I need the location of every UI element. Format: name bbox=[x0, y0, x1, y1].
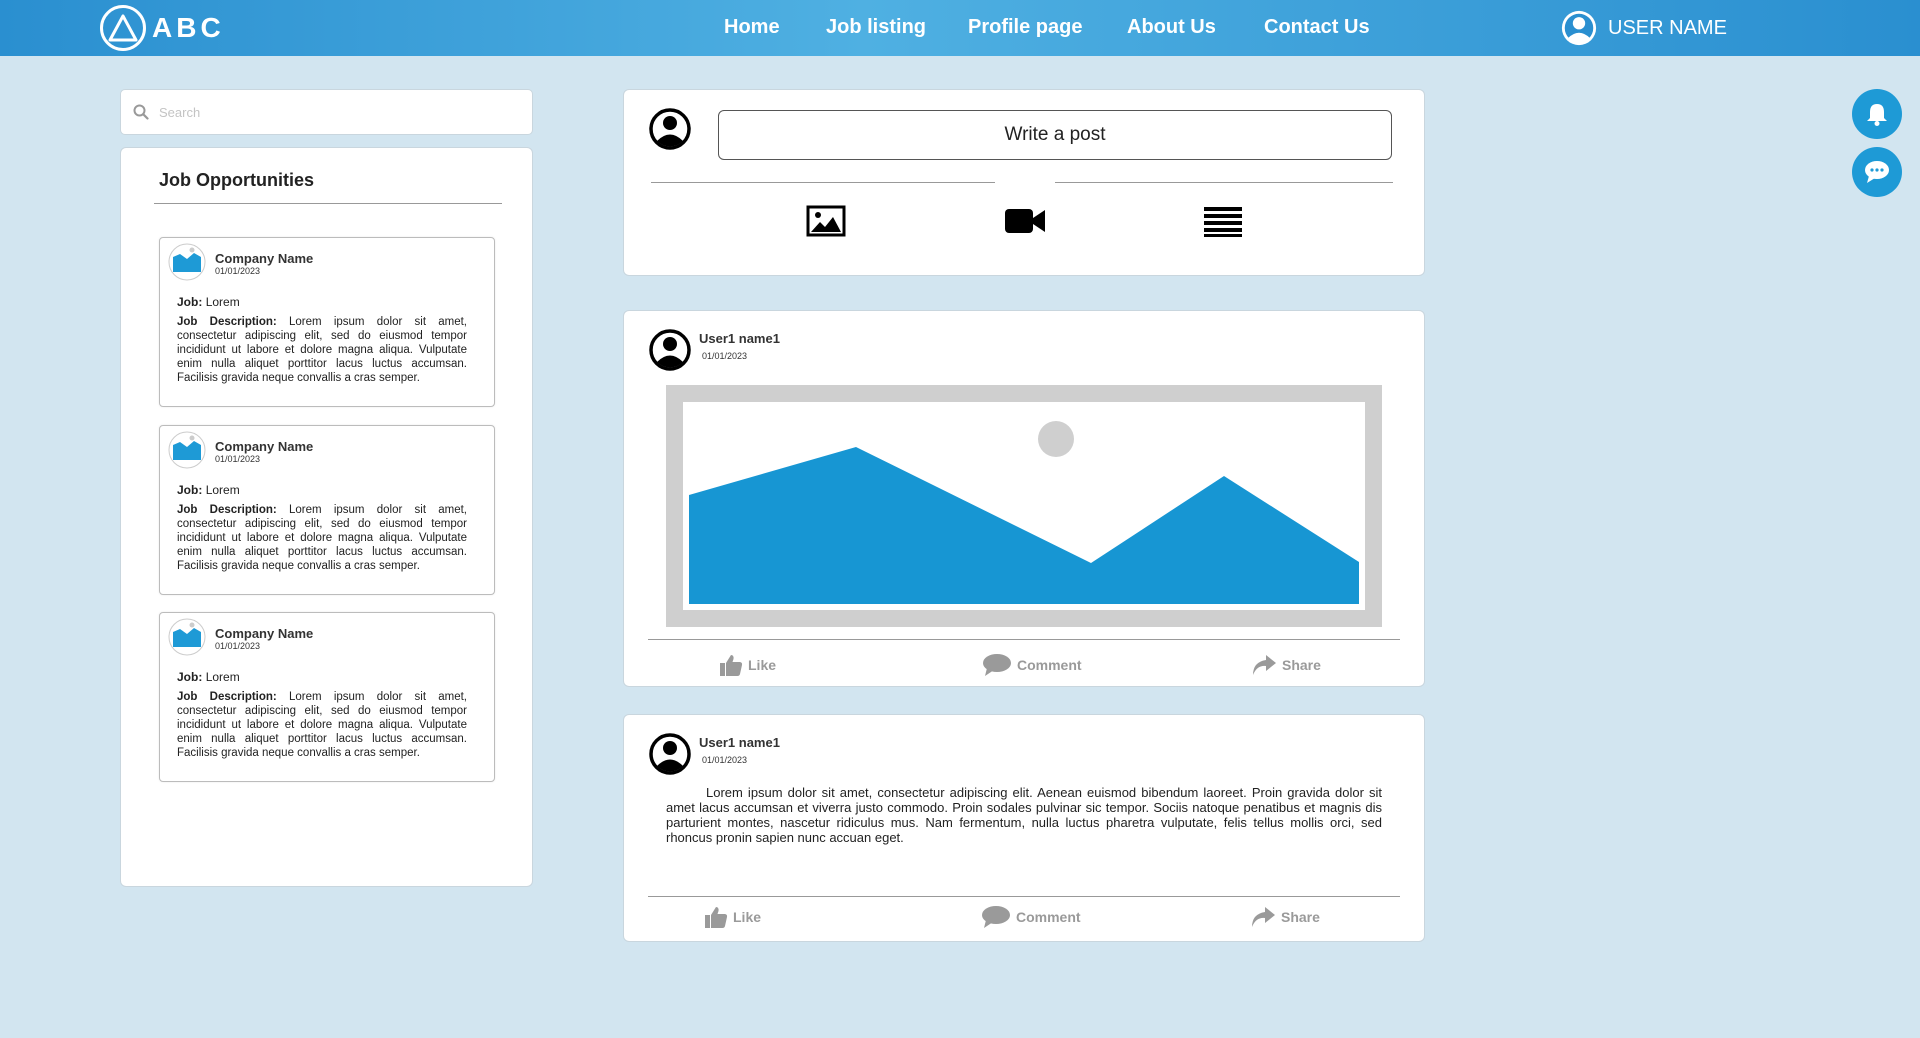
logo-mark-icon bbox=[100, 5, 146, 51]
brand-name: ABC bbox=[152, 12, 225, 43]
company-logo-icon bbox=[168, 431, 206, 469]
share-button[interactable]: Share bbox=[1250, 905, 1320, 929]
job-description-label: Job Description: bbox=[177, 316, 277, 328]
nav-profile-page[interactable]: Profile page bbox=[968, 16, 1082, 39]
job-card[interactable]: Company Name 01/01/2023 Job: Lorem Job D… bbox=[159, 425, 495, 595]
share-arrow-icon bbox=[1253, 655, 1276, 675]
text-lines-icon[interactable] bbox=[1203, 205, 1243, 237]
share-label: Share bbox=[1281, 909, 1320, 925]
job-title-line: Job: Lorem bbox=[177, 295, 240, 309]
write-post-button[interactable]: Write a post bbox=[718, 110, 1392, 160]
search-box bbox=[120, 89, 533, 135]
video-camera-icon[interactable] bbox=[1004, 205, 1046, 237]
like-label: Like bbox=[733, 909, 762, 925]
job-title: Lorem bbox=[205, 295, 240, 309]
job-opportunities-panel: Job Opportunities Company Name 01/01/202… bbox=[120, 147, 533, 887]
notifications-button[interactable] bbox=[1852, 89, 1902, 139]
search-input[interactable] bbox=[159, 104, 499, 120]
top-navbar: ABC Home Job listing Profile page About … bbox=[0, 0, 1920, 56]
job-label: Job: bbox=[177, 670, 203, 684]
user-avatar-icon bbox=[1561, 10, 1597, 46]
company-name: Company Name bbox=[215, 251, 314, 266]
job-title-line: Job: Lorem bbox=[177, 670, 240, 684]
thumbs-up-icon bbox=[705, 907, 728, 928]
feed-post: User1 name1 01/01/2023 Lorem ipsum dolor… bbox=[623, 714, 1425, 942]
composer-divider-left bbox=[651, 182, 995, 183]
job-description-label: Job Description: bbox=[177, 691, 277, 703]
job-description: Job Description: Lorem ipsum dolor sit a… bbox=[177, 690, 467, 760]
share-arrow-icon bbox=[1252, 907, 1275, 927]
company-logo-icon bbox=[168, 618, 206, 656]
user-avatar-icon bbox=[649, 733, 691, 775]
user-avatar-icon bbox=[649, 329, 691, 371]
job-description: Job Description: Lorem ipsum dolor sit a… bbox=[177, 315, 467, 385]
job-description: Job Description: Lorem ipsum dolor sit a… bbox=[177, 503, 467, 573]
nav-home[interactable]: Home bbox=[724, 16, 780, 39]
job-label: Job: bbox=[177, 483, 203, 497]
job-title: Lorem bbox=[205, 670, 240, 684]
thumbs-up-icon bbox=[720, 655, 743, 676]
bell-icon bbox=[1867, 104, 1887, 126]
comment-bubble-icon bbox=[982, 906, 1010, 928]
post-body-text: Lorem ipsum dolor sit amet, consectetur … bbox=[666, 785, 1382, 845]
feed-post: User1 name1 01/01/2023 Like Comment Shar… bbox=[623, 310, 1425, 687]
job-post-date: 01/01/2023 bbox=[215, 266, 261, 276]
messages-button[interactable] bbox=[1852, 147, 1902, 197]
post-divider bbox=[648, 639, 1400, 640]
comment-label: Comment bbox=[1016, 909, 1081, 925]
image-icon[interactable] bbox=[806, 205, 846, 237]
user-menu[interactable]: USER NAME bbox=[1560, 9, 1727, 47]
job-title: Lorem bbox=[205, 483, 240, 497]
post-composer: Write a post bbox=[623, 89, 1425, 276]
post-author[interactable]: User1 name1 bbox=[699, 735, 780, 750]
like-button[interactable]: Like bbox=[704, 905, 761, 929]
share-label: Share bbox=[1282, 657, 1321, 673]
nav-job-listing[interactable]: Job listing bbox=[826, 16, 926, 39]
job-card[interactable]: Company Name 01/01/2023 Job: Lorem Job D… bbox=[159, 612, 495, 782]
post-divider bbox=[648, 896, 1400, 897]
company-name: Company Name bbox=[215, 626, 314, 641]
jobs-panel-title: Job Opportunities bbox=[159, 170, 314, 190]
brand-logo[interactable]: ABC bbox=[100, 5, 225, 51]
job-label: Job: bbox=[177, 295, 203, 309]
nav-contact-us[interactable]: Contact Us bbox=[1264, 16, 1370, 39]
like-button[interactable]: Like bbox=[719, 653, 776, 677]
chat-icon bbox=[1865, 161, 1889, 183]
comment-label: Comment bbox=[1017, 657, 1082, 673]
comment-button[interactable]: Comment bbox=[982, 653, 1082, 677]
user-name: USER NAME bbox=[1608, 16, 1727, 39]
job-post-date: 01/01/2023 bbox=[215, 454, 261, 464]
post-image[interactable] bbox=[666, 385, 1382, 627]
comment-bubble-icon bbox=[983, 654, 1011, 676]
user-avatar-icon bbox=[649, 108, 691, 150]
post-date: 01/01/2023 bbox=[702, 351, 748, 361]
nav-about-us[interactable]: About Us bbox=[1127, 16, 1216, 39]
share-button[interactable]: Share bbox=[1251, 653, 1321, 677]
like-label: Like bbox=[748, 657, 777, 673]
post-date: 01/01/2023 bbox=[702, 755, 748, 765]
jobs-divider bbox=[154, 203, 502, 204]
company-name: Company Name bbox=[215, 439, 314, 454]
comment-button[interactable]: Comment bbox=[981, 905, 1081, 929]
job-card[interactable]: Company Name 01/01/2023 Job: Lorem Job D… bbox=[159, 237, 495, 407]
job-title-line: Job: Lorem bbox=[177, 483, 240, 497]
post-author[interactable]: User1 name1 bbox=[699, 331, 780, 346]
search-icon bbox=[133, 104, 149, 120]
job-description-label: Job Description: bbox=[177, 504, 277, 516]
job-post-date: 01/01/2023 bbox=[215, 641, 261, 651]
company-logo-icon bbox=[168, 243, 206, 281]
composer-divider-right bbox=[1055, 182, 1393, 183]
